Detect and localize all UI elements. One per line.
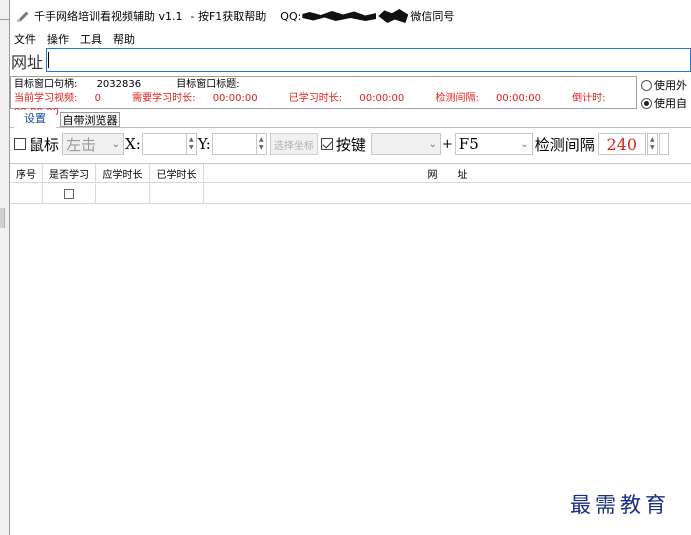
qq-prefix: QQ:	[280, 9, 302, 23]
browser-mode-group: 使用外 使用自	[641, 76, 691, 112]
handle-info: 目标窗口句柄: 2032836	[14, 79, 157, 90]
menu-bar: 文件 操作 工具 帮助	[10, 31, 691, 47]
text-caret	[48, 52, 49, 68]
stat-label: 当前学习视频:	[14, 93, 78, 104]
redacted-scribble	[378, 9, 409, 23]
table-row[interactable]	[10, 184, 691, 204]
learn-checkbox[interactable]	[64, 189, 74, 199]
background-window-titlebar	[0, 0, 9, 20]
tab-builtin-browser[interactable]: 自带浏览器	[60, 112, 120, 127]
key-value: F5	[458, 135, 479, 153]
stat-label: 需要学习时长:	[132, 93, 196, 104]
background-window-scrollbar	[0, 208, 5, 228]
cell-index	[10, 184, 43, 204]
cell-url	[204, 184, 691, 204]
mouse-button-select[interactable]: 左击 ⌄	[62, 133, 125, 155]
stat-check-interval: 检测间隔: 00:00:00	[435, 93, 554, 104]
radio-external-browser[interactable]: 使用外	[641, 76, 691, 94]
stat-required-time: 需要学习时长: 00:00:00	[132, 93, 271, 104]
stat-label: 已学习时长:	[288, 93, 343, 104]
stat-label: 检测间隔:	[435, 93, 479, 104]
radio-label: 使用自	[654, 97, 687, 110]
status-panel: 目标窗口句柄: 2032836 目标窗口标题: 当前学习视频: 0 需要学习时长…	[10, 76, 637, 118]
stat-value: 0	[94, 93, 101, 104]
y-label: Y:	[197, 135, 211, 153]
url-row: 网址	[10, 48, 691, 73]
stat-value: 00:00:00	[496, 93, 541, 104]
column-header-index[interactable]: 序号	[10, 164, 43, 183]
cell-required-time	[96, 184, 150, 204]
window-title-label: 目标窗口标题:	[176, 79, 240, 90]
window-title: 千手网络培训看视频辅助 v1.1	[34, 10, 183, 23]
key-label: 按键	[335, 135, 366, 154]
stat-current-video: 当前学习视频: 0	[14, 93, 115, 104]
stat-value: 00:00:00	[359, 93, 405, 104]
column-header-required-time[interactable]: 应学时长	[96, 164, 150, 183]
title-bar: 千手网络培训看视频辅助 v1.1 - 按F1获取帮助 QQ: 微信同号	[10, 0, 691, 32]
cell-learn	[43, 184, 96, 204]
chevron-down-icon: ⌄	[520, 138, 529, 150]
stat-value: 00:00:00	[212, 93, 258, 104]
spin-arrows-icon[interactable]: ▲ ▼	[185, 134, 196, 154]
x-value	[143, 134, 186, 154]
radio-label: 使用外	[654, 79, 687, 92]
target-window-info: 目标窗口句柄: 2032836 目标窗口标题:	[14, 78, 633, 92]
stat-label: 倒计时:	[572, 93, 606, 104]
table-header: 序号 是否学习 应学时长 已学时长 网 址	[10, 164, 691, 183]
interval-label: 检测间隔	[534, 135, 595, 154]
clipped-control[interactable]	[658, 133, 669, 155]
key-modifier-select[interactable]: ⌄	[370, 133, 441, 155]
x-stepper[interactable]: ▲ ▼	[141, 133, 197, 155]
column-header-learned-time[interactable]: 已学时长	[150, 164, 204, 183]
chevron-down-icon: ⌄	[111, 138, 121, 150]
background-window-edge	[0, 0, 10, 535]
tab-strip: 设置 自带浏览器	[10, 110, 691, 128]
mouse-button-value: 左击	[66, 135, 97, 154]
qq-contact: QQ: 微信同号	[280, 8, 454, 24]
main-window: 千手网络培训看视频辅助 v1.1 - 按F1获取帮助 QQ: 微信同号 文件 操…	[10, 0, 691, 535]
handle-value: 2032836	[96, 79, 142, 90]
tab-settings[interactable]: 设置	[14, 110, 56, 128]
mouse-checkbox[interactable]	[14, 138, 26, 150]
spin-arrows-icon[interactable]: ▲ ▼	[255, 134, 266, 154]
plus-sign: +	[441, 136, 453, 152]
x-label: X:	[125, 135, 141, 153]
column-header-url[interactable]: 网 址	[204, 164, 691, 183]
url-label: 网址	[11, 52, 44, 72]
interval-input[interactable]: 240	[597, 133, 646, 155]
cell-learned-time	[150, 184, 204, 204]
stat-learned-time: 已学习时长: 00:00:00	[289, 93, 418, 104]
app-pen-icon	[16, 9, 30, 23]
redacted-qq-number	[302, 11, 377, 21]
watermark-text: 最需教育	[570, 493, 670, 517]
spin-arrows-icon[interactable]: ▲ ▼	[648, 134, 657, 154]
radio-button[interactable]	[641, 79, 652, 91]
mouse-label: 鼠标	[29, 135, 60, 154]
settings-controls: 鼠标 左击 ⌄ X: ▲ ▼ Y: ▲ ▼ 选择坐标 按键 ⌄ + F5 ⌄ 检测间…	[10, 132, 691, 156]
interval-spin[interactable]: ▲ ▼	[646, 133, 658, 155]
key-checkbox[interactable]	[320, 138, 333, 150]
pick-coordinate-button[interactable]: 选择坐标	[269, 133, 318, 155]
menu-tools[interactable]: 工具	[79, 31, 103, 47]
menu-operate[interactable]: 操作	[46, 31, 70, 47]
menu-file[interactable]: 文件	[13, 31, 37, 47]
chevron-down-icon: ⌄	[428, 138, 437, 150]
wechat-note: 微信同号	[410, 10, 455, 23]
help-hint: - 按F1获取帮助	[190, 10, 267, 23]
title-info: 目标窗口标题:	[176, 79, 271, 90]
video-list-table: 序号 是否学习 应学时长 已学时长 网 址	[10, 163, 691, 535]
y-stepper[interactable]: ▲ ▼	[211, 133, 267, 155]
url-input[interactable]	[46, 48, 691, 72]
y-value	[213, 134, 256, 154]
column-header-learn[interactable]: 是否学习	[43, 164, 96, 183]
key-select[interactable]: F5 ⌄	[454, 133, 533, 155]
radio-button-selected[interactable]	[641, 97, 652, 109]
handle-label: 目标窗口句柄:	[14, 79, 78, 90]
menu-help[interactable]: 帮助	[112, 31, 136, 47]
